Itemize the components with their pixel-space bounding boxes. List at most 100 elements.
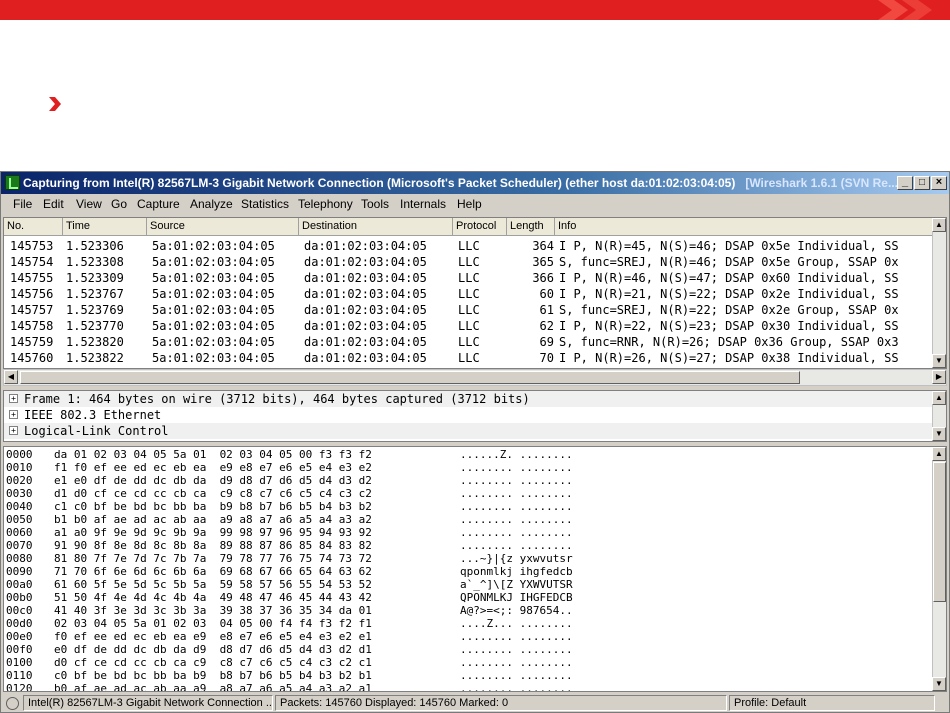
status-profile[interactable]: Profile: Default bbox=[729, 695, 935, 711]
packet-destination: da:01:02:03:04:05 bbox=[304, 255, 427, 269]
hex-ascii: ......Z. ........ bbox=[460, 448, 573, 461]
packet-list-hscroll[interactable]: ◀ ▶ bbox=[3, 369, 947, 386]
detail-text: Frame 1: 464 bytes on wire (3712 bits), … bbox=[24, 392, 530, 406]
hex-row[interactable]: 0040 c1 c0 bf be bd bc bb ba b9 b8 b7 b6 … bbox=[4, 500, 932, 513]
packet-destination: da:01:02:03:04:05 bbox=[304, 239, 427, 253]
scroll-right-icon[interactable]: ▶ bbox=[932, 370, 946, 384]
detail-row-frame[interactable]: + Frame 1: 464 bytes on wire (3712 bits)… bbox=[4, 391, 932, 407]
scroll-up-icon[interactable]: ▲ bbox=[932, 391, 946, 405]
packet-no: 145754 bbox=[10, 255, 54, 269]
scroll-up-icon[interactable]: ▲ bbox=[932, 218, 946, 232]
packet-row[interactable]: 145759 1.523820 5a:01:02:03:04:05 da:01:02:… bbox=[4, 334, 934, 350]
packet-time: 1.523308 bbox=[66, 255, 124, 269]
expand-plus-icon[interactable]: + bbox=[9, 410, 18, 419]
hex-bytes: b0 af ae ad ac ab aa a9 a8 a7 a6 a5 a4 a… bbox=[54, 682, 372, 692]
column-header-destination[interactable]: Destination bbox=[302, 220, 357, 232]
hex-row[interactable]: 0120 b0 af ae ad ac ab aa a9 a8 a7 a6 a5 … bbox=[4, 682, 932, 692]
packet-row[interactable]: 145754 1.523308 5a:01:02:03:04:05 da:01:02:… bbox=[4, 254, 934, 270]
packet-no: 145753 bbox=[10, 239, 54, 253]
column-header-length[interactable]: Length bbox=[510, 220, 544, 232]
menu-go[interactable]: Go bbox=[111, 197, 127, 211]
hex-row[interactable]: 0110 c0 bf be bd bc bb ba b9 b8 b7 b6 b5 … bbox=[4, 669, 932, 682]
hex-bytes: e0 df de dd dc db da d9 d8 d7 d6 d5 d4 d… bbox=[54, 643, 372, 656]
hex-row[interactable]: 0000 da 01 02 03 04 05 5a 01 02 03 04 05 … bbox=[4, 448, 932, 461]
menu-telephony[interactable]: Telephony bbox=[298, 197, 353, 211]
menu-internals[interactable]: Internals bbox=[400, 197, 446, 211]
hex-offset: 00b0 bbox=[6, 591, 33, 604]
packet-row[interactable]: 145755 1.523309 5a:01:02:03:04:05 da:01:02:… bbox=[4, 270, 934, 286]
hex-row[interactable]: 0020 e1 e0 df de dd dc db da d9 d8 d7 d6 … bbox=[4, 474, 932, 487]
packet-info: I P, N(R)=45, N(S)=46; DSAP 0x5e Individ… bbox=[559, 239, 899, 253]
menu-analyze[interactable]: Analyze bbox=[190, 197, 233, 211]
menu-bar: File Edit View Go Capture Analyze Statis… bbox=[1, 194, 949, 214]
hex-row[interactable]: 00f0 e0 df de dd dc db da d9 d8 d7 d6 d5 … bbox=[4, 643, 932, 656]
hex-bytes: da 01 02 03 04 05 5a 01 02 03 04 05 00 f… bbox=[54, 448, 372, 461]
menu-tools[interactable]: Tools bbox=[361, 197, 389, 211]
chevron-bullet-icon bbox=[49, 97, 61, 111]
capture-status-icon[interactable] bbox=[6, 697, 19, 710]
menu-capture[interactable]: Capture bbox=[137, 197, 180, 211]
packet-no: 145760 bbox=[10, 351, 54, 365]
hex-row[interactable]: 0060 a1 a0 9f 9e 9d 9c 9b 9a 99 98 97 96 … bbox=[4, 526, 932, 539]
column-header-no[interactable]: No. bbox=[7, 220, 24, 232]
minimize-button[interactable]: _ bbox=[897, 176, 913, 190]
hscroll-thumb[interactable] bbox=[20, 371, 800, 384]
hex-row[interactable]: 0080 81 80 7f 7e 7d 7c 7b 7a 79 78 77 76 … bbox=[4, 552, 932, 565]
hex-row[interactable]: 0030 d1 d0 cf ce cd cc cb ca c9 c8 c7 c6 … bbox=[4, 487, 932, 500]
hex-row[interactable]: 00b0 51 50 4f 4e 4d 4c 4b 4a 49 48 47 46 … bbox=[4, 591, 932, 604]
column-header-info[interactable]: Info bbox=[558, 220, 576, 232]
expand-plus-icon[interactable]: + bbox=[9, 394, 18, 403]
bytes-vscroll-thumb[interactable] bbox=[933, 462, 946, 602]
column-header-time[interactable]: Time bbox=[66, 220, 90, 232]
scroll-down-icon[interactable]: ▼ bbox=[932, 677, 946, 691]
close-button[interactable]: × bbox=[931, 176, 947, 190]
hex-offset: 0090 bbox=[6, 565, 33, 578]
hex-row[interactable]: 00d0 02 03 04 05 5a 01 02 03 04 05 00 f4 … bbox=[4, 617, 932, 630]
menu-help[interactable]: Help bbox=[457, 197, 482, 211]
packet-protocol: LLC bbox=[458, 239, 480, 253]
menu-edit[interactable]: Edit bbox=[43, 197, 64, 211]
packet-details-pane[interactable]: + Frame 1: 464 bytes on wire (3712 bits)… bbox=[3, 390, 947, 442]
menu-view[interactable]: View bbox=[76, 197, 102, 211]
packet-list-pane[interactable]: No. Time Source Destination Protocol Len… bbox=[3, 217, 947, 369]
hex-offset: 0000 bbox=[6, 448, 33, 461]
wireshark-window: Capturing from Intel(R) 82567LM-3 Gigabi… bbox=[0, 171, 950, 713]
menu-file[interactable]: File bbox=[13, 197, 32, 211]
column-header-protocol[interactable]: Protocol bbox=[456, 220, 496, 232]
hex-bytes: 81 80 7f 7e 7d 7c 7b 7a 79 78 77 76 75 7… bbox=[54, 552, 372, 565]
hex-row[interactable]: 0010 f1 f0 ef ee ed ec eb ea e9 e8 e7 e6 … bbox=[4, 461, 932, 474]
hex-ascii: ........ ........ bbox=[460, 526, 573, 539]
hex-offset: 0070 bbox=[6, 539, 33, 552]
expand-plus-icon[interactable]: + bbox=[9, 426, 18, 435]
packet-row[interactable]: 145757 1.523769 5a:01:02:03:04:05 da:01:02:… bbox=[4, 302, 934, 318]
packet-source: 5a:01:02:03:04:05 bbox=[152, 351, 275, 365]
packet-bytes-pane[interactable]: 0000 da 01 02 03 04 05 5a 01 02 03 04 05 … bbox=[3, 446, 947, 692]
hex-row[interactable]: 0070 91 90 8f 8e 8d 8c 8b 8a 89 88 87 86 … bbox=[4, 539, 932, 552]
packet-row[interactable]: 145760 1.523822 5a:01:02:03:04:05 da:01:02:… bbox=[4, 350, 934, 366]
details-vscroll[interactable]: ▲ ▼ bbox=[932, 391, 946, 441]
packet-protocol: LLC bbox=[458, 271, 480, 285]
scroll-left-icon[interactable]: ◀ bbox=[4, 370, 18, 384]
maximize-button[interactable]: □ bbox=[914, 176, 930, 190]
bytes-vscroll[interactable]: ▲ ▼ bbox=[932, 447, 946, 691]
detail-row-ethernet[interactable]: + IEEE 802.3 Ethernet bbox=[4, 407, 932, 423]
menu-statistics[interactable]: Statistics bbox=[241, 197, 289, 211]
packet-row[interactable]: 145758 1.523770 5a:01:02:03:04:05 da:01:02:… bbox=[4, 318, 934, 334]
hex-row[interactable]: 0050 b1 b0 af ae ad ac ab aa a9 a8 a7 a6 … bbox=[4, 513, 932, 526]
scroll-down-icon[interactable]: ▼ bbox=[932, 427, 946, 441]
detail-row-llc[interactable]: + Logical-Link Control bbox=[4, 423, 932, 439]
hex-row[interactable]: 0100 d0 cf ce cd cc cb ca c9 c8 c7 c6 c5 … bbox=[4, 656, 932, 669]
hex-bytes: c0 bf be bd bc bb ba b9 b8 b7 b6 b5 b4 b… bbox=[54, 669, 372, 682]
hex-row[interactable]: 00e0 f0 ef ee ed ec eb ea e9 e8 e7 e6 e5 … bbox=[4, 630, 932, 643]
hex-row[interactable]: 0090 71 70 6f 6e 6d 6c 6b 6a 69 68 67 66 … bbox=[4, 565, 932, 578]
hex-offset: 00a0 bbox=[6, 578, 33, 591]
packet-list-vscroll[interactable]: ▲ ▼ bbox=[932, 218, 946, 368]
packet-source: 5a:01:02:03:04:05 bbox=[152, 255, 275, 269]
hex-row[interactable]: 00c0 41 40 3f 3e 3d 3c 3b 3a 39 38 37 36 … bbox=[4, 604, 932, 617]
scroll-up-icon[interactable]: ▲ bbox=[932, 447, 946, 461]
packet-row[interactable]: 145753 1.523306 5a:01:02:03:04:05 da:01:02:… bbox=[4, 238, 934, 254]
hex-row[interactable]: 00a0 61 60 5f 5e 5d 5c 5b 5a 59 58 57 56 … bbox=[4, 578, 932, 591]
scroll-down-icon[interactable]: ▼ bbox=[932, 354, 946, 368]
packet-row[interactable]: 145756 1.523767 5a:01:02:03:04:05 da:01:02:… bbox=[4, 286, 934, 302]
column-header-source[interactable]: Source bbox=[150, 220, 185, 232]
